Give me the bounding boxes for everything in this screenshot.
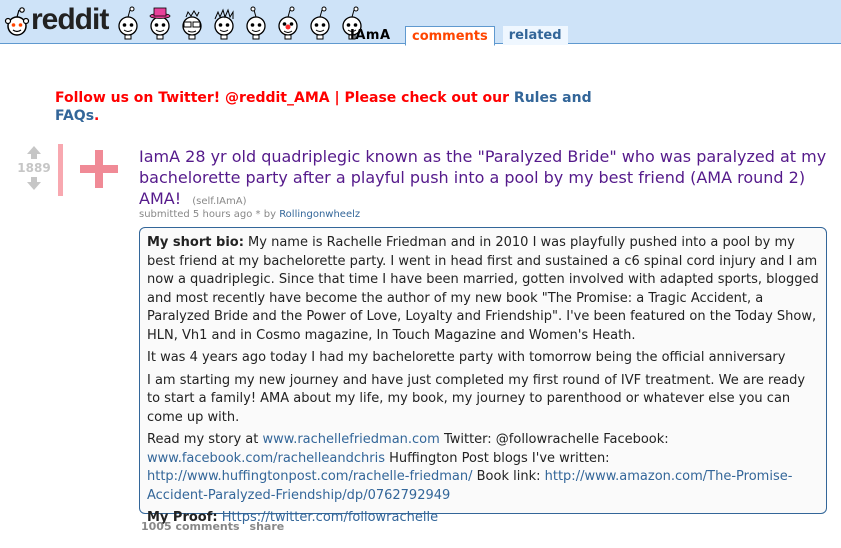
header-snoo-row [114,4,366,40]
announcement-text: Follow us on Twitter! @reddit_AMA | Plea… [55,90,510,106]
bio-label: My short bio: [147,235,244,250]
tab-related[interactable]: related [502,26,568,45]
snoo-hat-icon [149,7,171,40]
post-accent-bar [58,144,63,196]
post-selftext: My short bio: My name is Rachelle Friedm… [139,227,827,525]
huffpo-text: Huffington Post blogs I've written: [389,450,610,466]
header-bar: reddit IAmA comments related [0,0,841,46]
author-link[interactable]: Rollingonwheelz [279,209,360,220]
twitter-text: Twitter: @followrachelle Facebook: [443,432,669,447]
facebook-link[interactable]: www.facebook.com/rachelleandchris [147,451,385,466]
and-text: and [562,90,592,106]
tab-comments[interactable]: comments [405,26,495,46]
post-score: 1889 [17,161,51,175]
snoo-glasses-icon [182,10,202,40]
post-tagline: submitted 5 hours ago * by Rollingonwhee… [139,209,360,220]
subreddit-name[interactable]: IAmA [350,28,391,43]
huffpo-link[interactable]: http://www.huffingtonpost.com/rachelle-f… [147,469,472,484]
announcement-period: . [94,108,100,124]
post-buttons: 1005 comments share [141,520,284,533]
downvote-arrow-icon[interactable] [14,177,54,190]
plus-thumbnail-icon[interactable] [80,150,118,188]
header-tabs: comments related [405,26,568,46]
reddit-alien-icon [4,7,30,36]
book-text: Book link: [476,469,541,484]
snoo-spiky-icon [214,8,234,40]
read-prefix: Read my story at [147,432,259,447]
vote-column: 1889 [14,146,54,190]
upvote-arrow-icon[interactable] [14,146,54,159]
share-link[interactable]: share [250,520,285,533]
post-title[interactable]: IamA 28 yr old quadriplegic known as the… [139,146,829,212]
anniversary-paragraph: It was 4 years ago today I had my bachel… [147,350,786,365]
comments-link[interactable]: 1005 comments [141,520,240,533]
rules-link[interactable]: Rules [514,90,557,106]
tagline-prefix: submitted 5 hours ago * by [139,209,276,220]
snoo-icon [118,6,138,40]
reddit-logo[interactable]: reddit [4,3,109,38]
site-link[interactable]: www.rachellefriedman.com [263,432,440,447]
snoo-icon [310,6,330,40]
snoo-icon [246,6,266,40]
bio-text: My name is Rachelle Friedman and in 2010… [147,235,819,343]
snoo-clown-icon [278,6,298,40]
ivf-paragraph: I am starting my new journey and have ju… [147,372,806,425]
links-paragraph: Read my story at www.rachellefriedman.co… [147,431,819,505]
post-domain[interactable]: (self.IAmA) [192,196,246,207]
bio-paragraph: My short bio: My name is Rachelle Friedm… [147,234,819,345]
faqs-link[interactable]: FAQs [55,108,94,124]
logo-wordmark: reddit [31,3,109,36]
subreddit-announcement: Follow us on Twitter! @reddit_AMA | Plea… [55,89,615,125]
